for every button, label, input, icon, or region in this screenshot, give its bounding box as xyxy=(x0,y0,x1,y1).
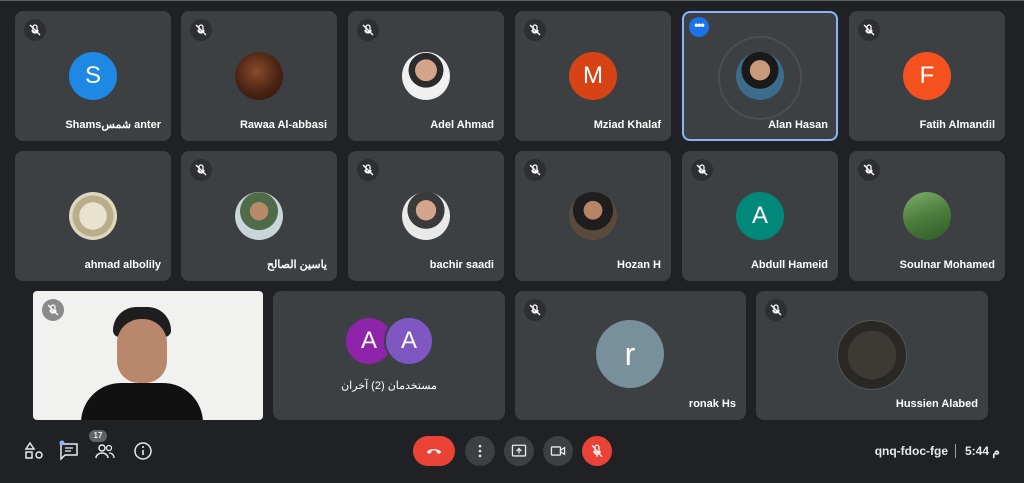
avatar xyxy=(569,192,617,240)
participant-tile-mziad[interactable]: M Mziad Khalaf xyxy=(515,11,671,141)
participant-tile-others[interactable]: A A مستخدمان (2) آخران xyxy=(273,291,505,420)
camera-icon xyxy=(550,446,566,456)
participant-name: Rawaa Al-abbasi xyxy=(239,119,327,131)
avatar: F xyxy=(903,52,951,100)
mic-off-icon xyxy=(190,159,212,181)
avatar xyxy=(402,52,450,100)
avatar: r xyxy=(596,320,664,388)
avatar: M xyxy=(569,52,617,100)
mic-off-icon xyxy=(190,19,212,41)
participant-name: ronak Hs xyxy=(688,398,736,410)
participant-tile-ahmad[interactable]: ahmad albolily xyxy=(15,151,171,281)
participant-tile-alan[interactable]: ••• Alan Hasan xyxy=(682,11,838,141)
participant-name: Fatih Almandil xyxy=(919,119,995,131)
avatar xyxy=(235,192,283,240)
divider xyxy=(955,444,956,458)
info-icon[interactable] xyxy=(132,440,154,462)
participant-tile-soulnar[interactable]: Soulnar Mohamed xyxy=(849,151,1005,281)
mic-off-icon xyxy=(858,159,880,181)
mic-off-icon xyxy=(524,299,546,321)
mic-off-icon xyxy=(357,159,379,181)
avatar xyxy=(402,192,450,240)
avatar xyxy=(903,192,951,240)
avatar xyxy=(235,52,283,100)
participant-name: ahmad albolily xyxy=(84,259,161,271)
participant-name: مستخدمان (2) آخران xyxy=(341,380,437,392)
mic-off-icon xyxy=(524,19,546,41)
camera-button[interactable] xyxy=(543,436,573,466)
participant-tile-yaseen[interactable]: ياسين الصالح xyxy=(181,151,337,281)
window-top-border xyxy=(0,0,1024,1)
microphone-button[interactable] xyxy=(582,436,612,466)
participant-name: bachir saadi xyxy=(429,259,494,271)
participant-tile-abdull[interactable]: A Abdull Hameid xyxy=(682,151,838,281)
avatar: A xyxy=(736,192,784,240)
mic-off-icon xyxy=(357,19,379,41)
participant-tile-fatih[interactable]: F Fatih Almandil xyxy=(849,11,1005,141)
more-options-button[interactable] xyxy=(465,436,495,466)
clock: 5:44 م xyxy=(965,444,1000,458)
participant-name: Shamsشمس anter xyxy=(65,119,161,131)
people-icon[interactable] xyxy=(94,440,116,462)
self-video-figure xyxy=(61,305,221,420)
mic-off-icon xyxy=(765,299,787,321)
participant-name: ياسين الصالح xyxy=(266,259,327,271)
avatar xyxy=(837,320,907,390)
participant-tile-ronak[interactable]: r ronak Hs xyxy=(515,291,746,420)
participant-tile-rawaa[interactable]: Rawaa Al-abbasi xyxy=(181,11,337,141)
meeting-code: qnq-fdoc-fge xyxy=(874,444,948,458)
participant-name: Adel Ahmad xyxy=(430,119,494,131)
present-screen-button[interactable] xyxy=(504,436,534,466)
participant-name: Mziad Khalaf xyxy=(593,119,661,131)
mic-off-icon xyxy=(691,159,713,181)
participant-tile-hussien[interactable]: Hussien Alabed xyxy=(756,291,988,420)
activities-icon[interactable] xyxy=(23,440,45,462)
hang-up-icon xyxy=(426,449,442,454)
participant-name: Abdull Hameid xyxy=(750,259,828,271)
participant-tile-adel[interactable]: Adel Ahmad xyxy=(348,11,504,141)
more-options-icon xyxy=(478,444,482,458)
more-options-icon[interactable]: ••• xyxy=(689,17,709,37)
participant-name: Hussien Alabed xyxy=(895,398,978,410)
mic-off-icon xyxy=(524,159,546,181)
participant-name: Hozan H xyxy=(617,259,661,271)
leave-call-button[interactable] xyxy=(413,436,455,466)
avatar: A xyxy=(384,316,434,366)
mic-off-icon xyxy=(24,19,46,41)
participant-name: Soulnar Mohamed xyxy=(899,259,995,271)
mic-off-icon xyxy=(858,19,880,41)
avatar: S xyxy=(69,52,117,100)
chat-icon[interactable] xyxy=(58,440,80,462)
mic-off-icon xyxy=(591,444,603,458)
self-view-tile[interactable] xyxy=(33,291,263,420)
participant-tile-hozan[interactable]: Hozan H xyxy=(515,151,671,281)
avatar xyxy=(736,52,784,100)
participant-name: Alan Hasan xyxy=(768,119,828,131)
avatar xyxy=(69,192,117,240)
participant-tile-shams[interactable]: S Shamsشمس anter xyxy=(15,11,171,141)
present-screen-icon xyxy=(511,444,527,457)
participant-tile-bachir[interactable]: bachir saadi xyxy=(348,151,504,281)
